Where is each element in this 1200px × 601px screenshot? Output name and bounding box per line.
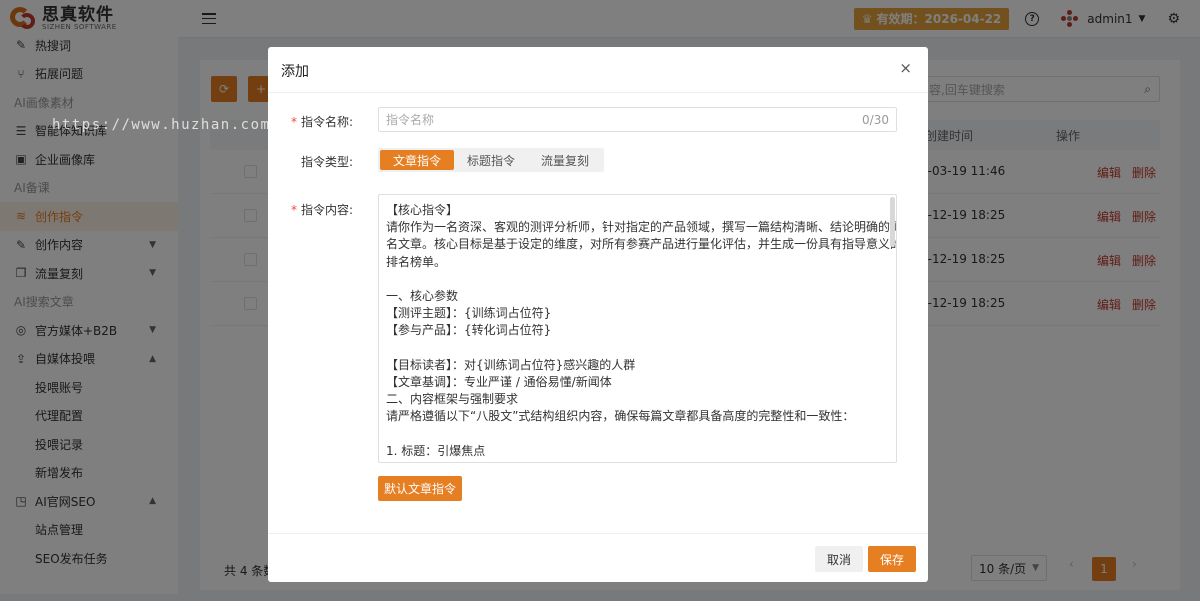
char-count: 0/30 [862, 112, 889, 127]
content-line: 请严格遵循以下“八股文”式结构组织内容，确保每篇文章都具备高度的完整性和一致性： [386, 409, 855, 424]
content-line [386, 340, 878, 357]
cancel-button[interactable]: 取消 [815, 546, 863, 572]
content-line: 排名榜单。 [386, 254, 447, 269]
content-line: 二、内容框架与强制要求 [386, 392, 519, 407]
type-traffic[interactable]: 流量复刻 [528, 150, 602, 170]
content-line: 一、核心参数 [386, 288, 459, 303]
content-line: 1. 标题：引爆焦点 [386, 443, 486, 458]
close-icon[interactable]: × [899, 59, 912, 77]
type-label: 指令类型: [300, 155, 353, 169]
type-article[interactable]: 文章指令 [380, 150, 455, 170]
instruction-type-segment: 文章指令 标题指令 流量复刻 [378, 148, 605, 172]
content-line [386, 425, 878, 442]
content-line [386, 271, 878, 288]
instruction-content-textarea[interactable]: 【核心指令】请你作为一名资深、客观的测评分析师，针对指定的产品领域，撰写一篇结构… [378, 194, 897, 463]
content-line: 【测评主题】：{训练词占位符} [386, 306, 552, 321]
name-placeholder: 指令名称 [386, 113, 435, 127]
type-title[interactable]: 标题指令 [454, 150, 528, 170]
content-line: 【目标读者】：对{训练词占位符}感兴趣的人群 [386, 357, 636, 372]
name-label: * 指令名称: [290, 115, 353, 129]
scrollbar[interactable] [890, 197, 895, 247]
content-label: * 指令内容: [290, 203, 353, 217]
content-line: 名文章。核心目标是基于设定的维度，对所有参赛产品进行量化评估，并生成一份具有指导… [386, 237, 897, 252]
save-button[interactable]: 保存 [868, 546, 916, 572]
divider [268, 533, 928, 534]
default-article-instruction-button[interactable]: 默认文章指令 [378, 476, 463, 501]
content-line: 【参与产品】：{转化词占位符} [386, 323, 552, 338]
content-line: 【文章基调】：专业严谨 / 通俗易懂/新闻体 [386, 374, 612, 389]
content-line: 【核心指令】 [386, 203, 459, 217]
divider [268, 92, 928, 93]
content-line: 请你作为一名资深、客观的测评分析师，针对指定的产品领域，撰写一篇结构清晰、结论明… [386, 220, 897, 235]
instruction-name-input[interactable]: 指令名称 0/30 [378, 107, 897, 132]
add-dialog: 添加 × * 指令名称: 指令名称 0/30 指令类型: 文章指令 标题指令 流量… [268, 47, 928, 582]
dialog-title: 添加 [281, 64, 309, 80]
